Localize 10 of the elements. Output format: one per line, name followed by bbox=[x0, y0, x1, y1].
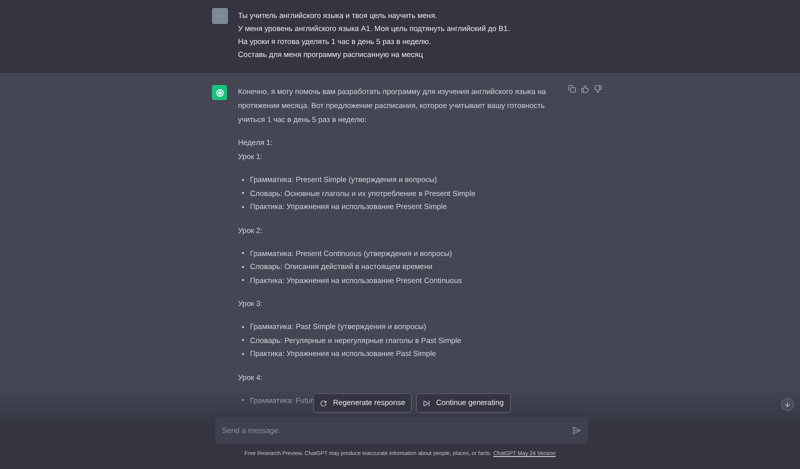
copy-icon[interactable] bbox=[568, 85, 576, 93]
scroll-down-button[interactable] bbox=[781, 398, 794, 411]
assistant-logo-icon bbox=[212, 85, 227, 100]
user-avatar bbox=[212, 8, 228, 24]
arrow-down-icon bbox=[784, 401, 791, 408]
send-icon[interactable] bbox=[572, 426, 581, 435]
skip-forward-icon bbox=[423, 400, 430, 406]
thumbs-down-icon[interactable] bbox=[594, 85, 602, 93]
thumbs-up-icon[interactable] bbox=[581, 85, 589, 93]
refresh-icon bbox=[320, 400, 327, 406]
